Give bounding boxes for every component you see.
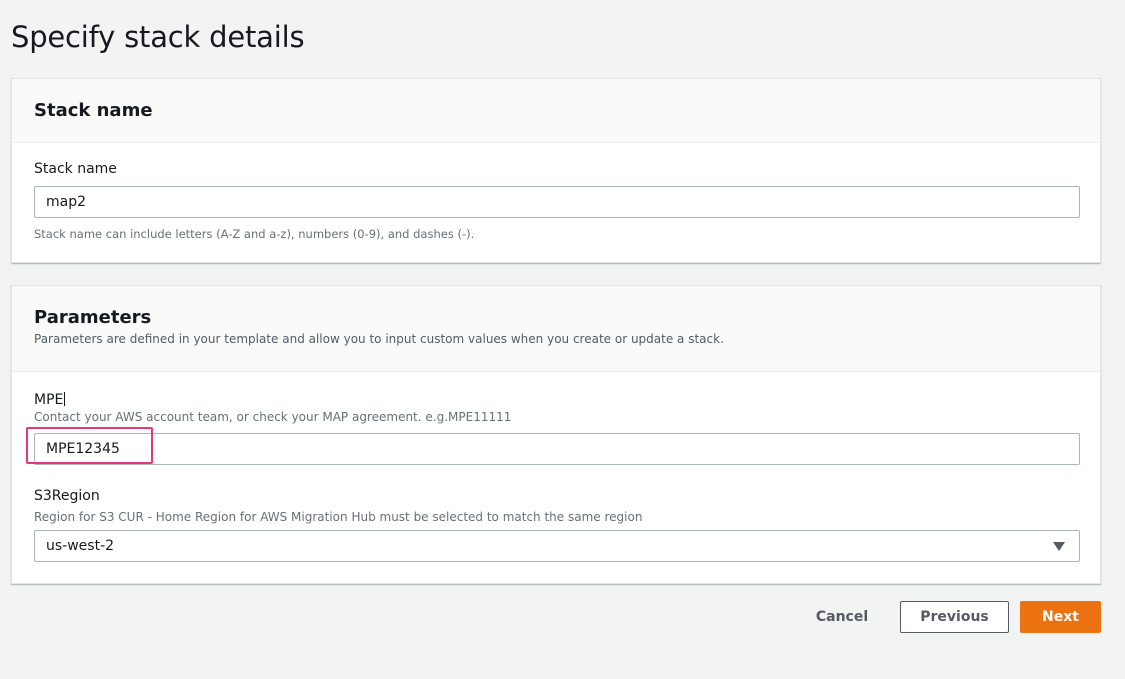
caret-down-icon [1053,542,1065,551]
stack-name-label: Stack name [34,161,117,177]
stack-name-panel-header: Stack name [12,79,1100,143]
mpe-label-wrap: MPE [34,389,66,408]
mpe-input[interactable] [34,433,1080,465]
parameters-panel-description: Parameters are defined in your template … [34,332,724,346]
stack-name-panel: Stack name Stack name Stack name can inc… [11,78,1101,263]
text-cursor [64,392,66,406]
mpe-label: MPE [34,392,64,408]
stack-name-panel-title: Stack name [34,100,153,121]
s3region-select[interactable]: us-west-2 [34,530,1080,562]
next-button[interactable]: Next [1020,601,1101,633]
s3region-description: Region for S3 CUR - Home Region for AWS … [34,510,643,524]
previous-button[interactable]: Previous [900,601,1009,633]
stack-name-help-text: Stack name can include letters (A-Z and … [34,227,475,241]
mpe-description: Contact your AWS account team, or check … [34,410,512,424]
page-title: Specify stack details [11,20,305,54]
stack-name-input[interactable] [34,186,1080,218]
s3region-selected-value: us-west-2 [46,538,115,554]
cancel-button[interactable]: Cancel [806,601,878,633]
s3region-label: S3Region [34,488,100,504]
page: Specify stack details Stack name Stack n… [0,0,1125,679]
parameters-panel-header: Parameters Parameters are defined in you… [12,286,1100,372]
parameters-panel-title: Parameters [34,307,152,328]
parameters-panel: Parameters Parameters are defined in you… [11,285,1101,584]
